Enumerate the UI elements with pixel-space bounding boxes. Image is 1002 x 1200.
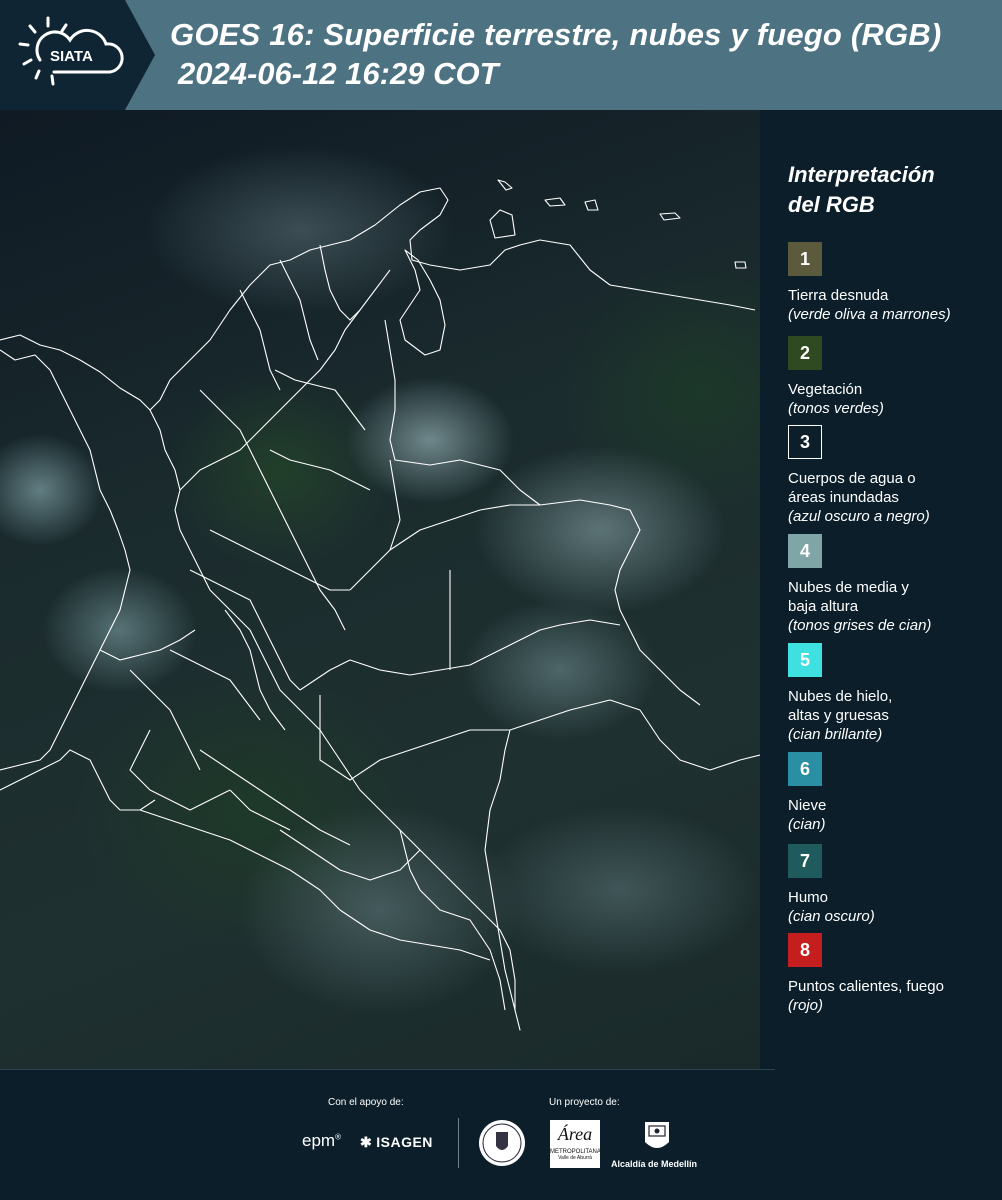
footer-divider-line <box>0 1069 775 1070</box>
siata-logo: SIATA <box>18 16 124 86</box>
legend-swatch: 6 <box>788 752 822 786</box>
epm-logo: epm® <box>302 1131 341 1151</box>
department-line <box>169 649 261 721</box>
legend-label: Puntos calientes, fuego <box>788 978 944 995</box>
medellin-label: Alcaldía de Medellín <box>611 1159 698 1169</box>
lake-maracaibo <box>399 249 446 356</box>
island <box>544 197 566 207</box>
footer-divider <box>458 1118 459 1168</box>
department-line <box>189 569 301 691</box>
department-line <box>274 369 366 431</box>
legend-note: (cian oscuro) <box>788 908 875 925</box>
department-line <box>279 259 319 361</box>
legend-swatch: 2 <box>788 336 822 370</box>
department-line <box>319 244 361 321</box>
legend-label: Nubes de hielo, altas y gruesas <box>788 688 893 724</box>
department-line <box>279 829 421 881</box>
department-line <box>389 504 540 551</box>
legend-title-line1: Interpretación <box>788 162 935 187</box>
department-line <box>224 609 286 731</box>
legend-title: Interpretación del RGB <box>788 160 988 220</box>
support-label: Con el apoyo de: <box>328 1097 404 1108</box>
colombia-border <box>149 409 760 1031</box>
pacific-coast <box>0 349 131 771</box>
department-line <box>229 789 291 831</box>
legend-item: 8 Puntos calientes, fuego (rojo) <box>788 933 998 1015</box>
island <box>497 179 513 191</box>
legend-swatch: 8 <box>788 933 822 967</box>
island <box>489 209 516 239</box>
legend-item: 7 Humo (cian oscuro) <box>788 844 998 926</box>
seal-logo <box>479 1120 525 1166</box>
colombia-border <box>384 319 701 706</box>
legend-swatch: 7 <box>788 844 822 878</box>
legend-label: Humo <box>788 889 829 906</box>
department-line <box>269 449 371 491</box>
registered-mark: ® <box>335 1132 341 1142</box>
logo-block: SIATA <box>0 0 155 110</box>
isagen-logo: ✱ ISAGEN <box>360 1134 433 1151</box>
page-datetime: 2024-06-12 16:29 COT <box>178 56 499 91</box>
area-logo-sub2: Valle de Aburrá <box>558 1155 592 1161</box>
satellite-image <box>0 110 760 1070</box>
legend-note: (rojo) <box>788 997 824 1014</box>
legend-note: (azul oscuro a negro) <box>788 508 930 525</box>
project-label: Un proyecto de: <box>549 1097 620 1108</box>
department-line <box>339 909 491 961</box>
department-line <box>129 669 201 771</box>
department-line <box>129 729 231 811</box>
header-bar: SIATA GOES 16: Superficie terrestre, nub… <box>0 0 1002 110</box>
island <box>659 212 681 221</box>
colombia-border <box>319 695 510 781</box>
legend-item: 3 Cuerpos de agua o áreas inundadas (azu… <box>788 425 998 526</box>
legend-note: (tonos verdes) <box>788 400 884 417</box>
legend-title-line2: del RGB <box>788 192 875 217</box>
department-line <box>209 529 350 591</box>
legend-swatch: 1 <box>788 242 822 276</box>
legend-label: Tierra desnuda <box>788 287 889 304</box>
legend-note: (tonos grises de cian) <box>788 617 932 634</box>
island <box>584 199 599 211</box>
legend-item: 4 Nubes de media y baja altura (tonos gr… <box>788 534 998 635</box>
coastline <box>0 187 756 411</box>
isagen-text: ISAGEN <box>376 1134 433 1150</box>
page-title: GOES 16: Superficie terrestre, nubes y f… <box>170 17 942 52</box>
colombia-border <box>299 619 621 691</box>
legend-note: (verde oliva a marrones) <box>788 306 951 323</box>
legend-swatch: 5 <box>788 643 822 677</box>
border-overlay <box>0 179 760 1031</box>
svg-text:SIATA: SIATA <box>50 48 93 65</box>
department-line <box>239 289 281 391</box>
area-logo-word: Área <box>557 1124 593 1144</box>
medellin-shield-icon <box>645 1122 669 1148</box>
pacific-coast <box>0 749 156 811</box>
legend-note: (cian brillante) <box>788 726 883 743</box>
legend-item: 5 Nubes de hielo, altas y gruesas (cian … <box>788 643 998 744</box>
department-line <box>349 459 401 591</box>
legend-item: 1 Tierra desnuda (verde oliva a marrones… <box>788 242 998 324</box>
legend-swatch: 3 <box>788 425 822 459</box>
ecuador-border <box>139 809 341 911</box>
epm-text: epm <box>302 1131 336 1150</box>
legend-item: 6 Nieve (cian) <box>788 752 998 834</box>
area-metropolitana-logo: Área METROPOLITANA Valle de Aburrá <box>550 1120 601 1168</box>
isagen-icon: ✱ <box>360 1134 373 1150</box>
legend-note: (cian) <box>788 816 826 833</box>
department-line <box>199 389 346 631</box>
legend-label: Vegetación <box>788 381 863 398</box>
legend-swatch: 4 <box>788 534 822 568</box>
island <box>734 261 747 269</box>
legend-label: Cuerpos de agua o áreas inundadas <box>788 470 916 506</box>
department-line <box>199 749 351 846</box>
legend-label: Nubes de media y baja altura <box>788 579 909 615</box>
legend-label: Nieve <box>788 797 827 814</box>
legend-item: 2 Vegetación (tonos verdes) <box>788 336 998 418</box>
